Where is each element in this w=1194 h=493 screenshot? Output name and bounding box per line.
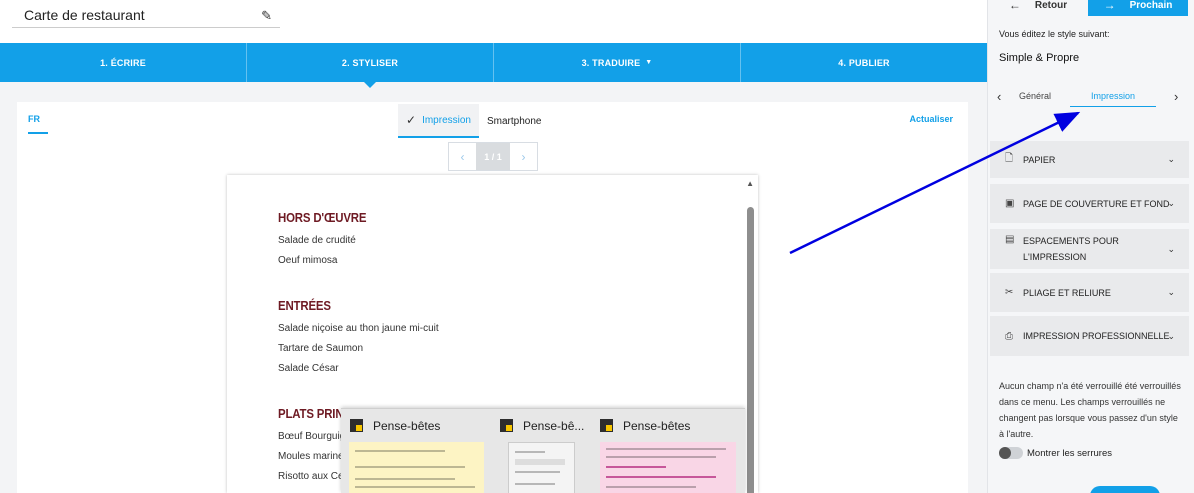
show-locks-toggle[interactable]: Montrer les serrures: [999, 447, 1112, 459]
document-title-field[interactable]: Carte de restaurant ✎: [12, 3, 280, 28]
tab-smartphone[interactable]: Smartphone: [479, 104, 549, 138]
sticky-notes-icon: [350, 419, 363, 432]
step-style[interactable]: 2. STYLISER: [247, 43, 494, 88]
window-title: Pense-bê...: [523, 418, 585, 433]
check-icon: ✓: [406, 113, 417, 127]
document-title: Carte de restaurant: [24, 7, 145, 23]
sticky-notes-window[interactable]: Pense-bê...: [491, 409, 591, 493]
primary-action-button[interactable]: [1090, 486, 1160, 493]
style-panel: ← Retour → Prochain Vous éditez le style…: [987, 0, 1194, 493]
chevron-down-icon: ⌄: [1167, 154, 1175, 164]
menu-item: Salade de crudité: [278, 235, 356, 246]
accordion-cover-page[interactable]: ▣ PAGE DE COUVERTURE ET FOND ⌄: [990, 184, 1189, 226]
menu-section-title: HORS D'ŒUVRE: [278, 210, 367, 225]
printer-icon: ⎙: [1005, 330, 1013, 342]
chevron-down-icon: ⌄: [1167, 243, 1175, 254]
prev-page-button[interactable]: ‹: [449, 143, 476, 170]
language-tab-fr[interactable]: FR: [28, 114, 48, 134]
step-write[interactable]: 1. ÉCRIRE: [0, 43, 247, 82]
window-thumbnail: [349, 442, 484, 493]
style-tabs: ‹ Général Impression ›: [994, 88, 1190, 110]
menu-section: HORS D'ŒUVRE Salade de crudité Oeuf mimo…: [278, 210, 378, 271]
accordion-professional-print[interactable]: ⎙ IMPRESSION PROFESSIONNELLE ⌄: [990, 316, 1189, 359]
sticky-notes-icon: [500, 419, 513, 432]
menu-item: Salade niçoise au thon jaune mi-cuit: [278, 323, 439, 334]
spacing-icon: ▤: [1005, 234, 1015, 245]
window-thumbnail: [600, 442, 736, 493]
chevron-down-icon: ⌄: [1167, 287, 1175, 297]
sticky-notes-window[interactable]: Pense-bêtes: [591, 409, 745, 493]
step-publish[interactable]: 4. PUBLIER: [741, 43, 987, 82]
back-button[interactable]: ← Retour: [988, 0, 1088, 16]
page-pager: ‹ 1 / 1 ›: [448, 142, 538, 171]
chevron-left-icon[interactable]: ‹: [997, 89, 1001, 104]
accordion-folding-binding[interactable]: ✂ PLIAGE ET RELIURE ⌄: [990, 273, 1189, 315]
window-title: Pense-bêtes: [623, 418, 691, 433]
toggle-switch[interactable]: [999, 447, 1023, 459]
step-navigation: 1. ÉCRIRE 2. STYLISER 3. TRADUIRE ▼ 4. PU…: [0, 43, 987, 88]
menu-section-title: ENTRÉES: [278, 298, 331, 313]
pencil-icon[interactable]: ✎: [261, 8, 272, 24]
scroll-up-icon[interactable]: ▲: [746, 179, 754, 188]
next-page-button[interactable]: ›: [510, 143, 537, 170]
tab-general[interactable]: Général: [1019, 91, 1051, 106]
tab-impression[interactable]: Impression: [1070, 91, 1156, 107]
window-title: Pense-bêtes: [373, 418, 441, 433]
top-header: Carte de restaurant ✎: [0, 0, 987, 43]
menu-item: Salade César: [278, 363, 339, 374]
document-icon: 🗋: [1005, 153, 1014, 164]
sticky-notes-taskbar-preview: Pense-bêtes Pense-bê... Pense-bêtes: [341, 408, 745, 493]
sticky-notes-icon: [600, 419, 613, 432]
preview-mode-tabs: ✓ Impression Smartphone: [398, 104, 549, 138]
tab-print[interactable]: ✓ Impression: [398, 104, 479, 138]
chevron-down-icon: ⌄: [1167, 198, 1175, 208]
menu-item: Tartare de Saumon: [278, 343, 364, 354]
caret-down-icon: ▼: [645, 59, 653, 66]
menu-item: Oeuf mimosa: [278, 255, 338, 266]
step-translate[interactable]: 3. TRADUIRE ▼: [494, 43, 741, 82]
lock-info-text: Aucun champ n'a été verrouillé été verro…: [999, 381, 1181, 439]
accordion-print-spacing[interactable]: ▤ ESPACEMENTS POUR L'IMPRESSION ⌄: [990, 229, 1189, 272]
style-name: Simple & Propre: [999, 52, 1080, 64]
chevron-right-icon[interactable]: ›: [1174, 89, 1178, 104]
editing-style-label: Vous éditez le style suivant:: [999, 29, 1110, 39]
arrow-right-icon: →: [1103, 0, 1116, 12]
scrollbar-thumb[interactable]: [747, 207, 754, 493]
arrow-left-icon: ←: [1008, 0, 1021, 12]
image-icon: ▣: [1005, 198, 1015, 209]
next-button[interactable]: → Prochain: [1088, 0, 1188, 16]
window-thumbnail: [508, 442, 575, 493]
accordion-paper[interactable]: 🗋 PAPIER ⌄: [990, 141, 1189, 181]
refresh-link[interactable]: Actualiser: [909, 114, 953, 124]
scissors-icon: ✂: [1005, 287, 1014, 298]
menu-section: ENTRÉES Salade niçoise au thon jaune mi-…: [278, 298, 439, 379]
sticky-notes-window[interactable]: Pense-bêtes: [341, 409, 491, 493]
page-indicator: 1 / 1: [476, 143, 510, 170]
chevron-down-icon: ⌄: [1167, 330, 1175, 341]
